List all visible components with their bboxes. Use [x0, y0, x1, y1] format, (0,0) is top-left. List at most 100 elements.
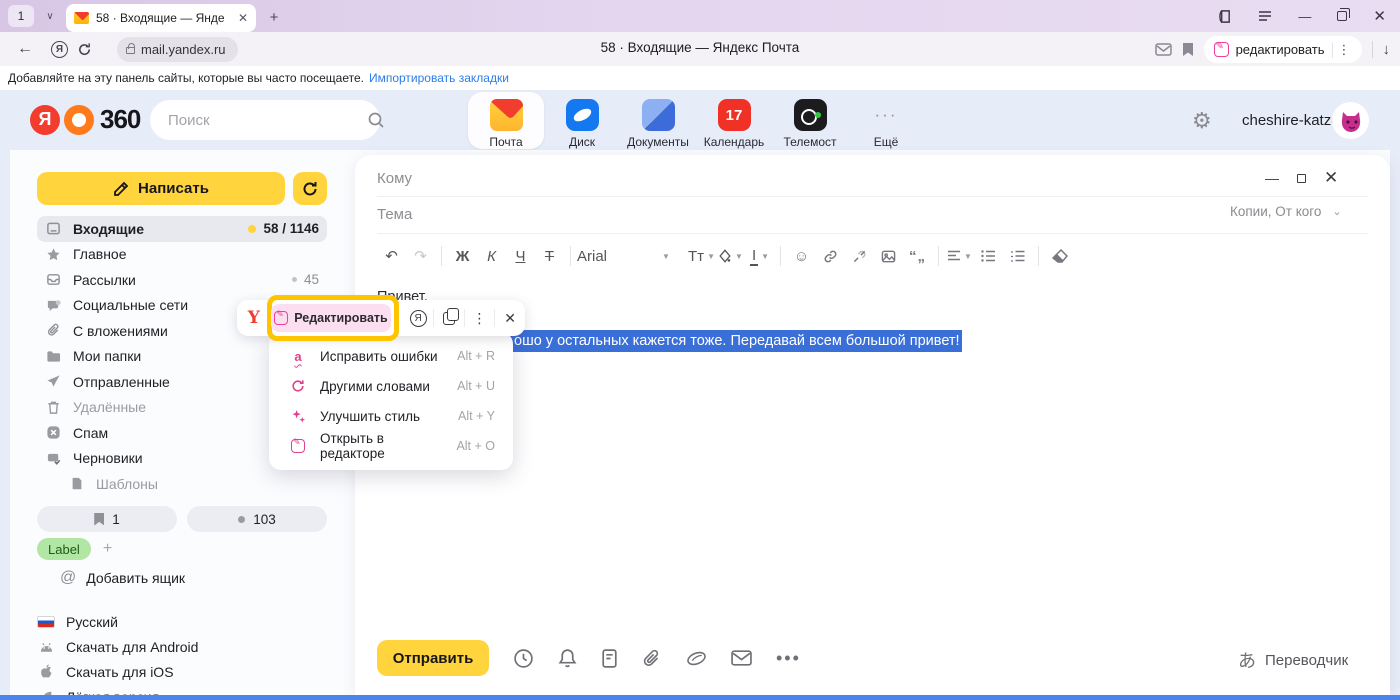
extension-more-icon[interactable]: ⋮ — [1332, 42, 1356, 58]
schedule-send-icon[interactable] — [513, 648, 534, 669]
redo-icon[interactable]: ↷ — [406, 243, 435, 269]
trash-icon — [45, 400, 62, 415]
mail-notifier-icon[interactable] — [1155, 43, 1172, 56]
telemost-app-icon — [794, 99, 827, 131]
bold-button[interactable]: Ж — [448, 243, 477, 269]
compose-label: Написать — [138, 180, 209, 197]
address-bar[interactable]: mail.yandex.ru — [117, 37, 238, 62]
translator-icon: あ — [1238, 647, 1256, 673]
rephrase-icon — [289, 379, 307, 393]
emoji-icon[interactable]: ☺ — [787, 243, 816, 269]
align-select[interactable]: ▼ — [945, 243, 974, 269]
close-icon[interactable]: ✕ — [1373, 7, 1386, 25]
undo-icon[interactable]: ↶ — [377, 243, 406, 269]
add-label-icon[interactable]: + — [103, 540, 112, 558]
unlink-icon[interactable] — [845, 243, 874, 269]
improve-style-icon — [289, 409, 307, 424]
text-color-select[interactable]: I▼ — [745, 243, 774, 269]
refresh-button[interactable] — [293, 172, 327, 205]
assistant-edit-button[interactable]: Редактировать — [271, 304, 392, 332]
toolbar-more-icon[interactable]: ⋮ — [465, 310, 495, 327]
copy-icon[interactable] — [434, 312, 464, 325]
compose-button[interactable]: Написать — [37, 172, 285, 205]
link-icon[interactable] — [816, 243, 845, 269]
folder-main[interactable]: Главное — [37, 242, 327, 268]
attach-icon[interactable] — [642, 648, 662, 669]
language-link[interactable]: Русский — [37, 609, 198, 634]
downloads-icon[interactable]: ↓ — [1372, 41, 1391, 58]
import-bookmarks-link[interactable]: Импортировать закладки — [369, 71, 509, 85]
subject-input[interactable] — [377, 206, 1237, 223]
app-more[interactable]: ··· Ещё — [848, 92, 924, 149]
browser-menu-icon[interactable] — [1258, 10, 1272, 22]
back-icon[interactable]: ← — [8, 40, 42, 58]
side-panel-icon[interactable] — [1217, 9, 1232, 24]
username[interactable]: cheshire-katze — [1242, 112, 1340, 129]
folder-newsletters[interactable]: Рассылки 45 — [37, 267, 327, 293]
reload-icon[interactable] — [77, 42, 111, 57]
quote-icon[interactable]: “„ — [903, 243, 932, 269]
folder-inbox[interactable]: Входящие 58 / 1146 — [37, 216, 327, 242]
to-input[interactable] — [377, 170, 1237, 187]
yandex-browser-icon[interactable]: Я — [51, 41, 68, 58]
insert-image-icon[interactable] — [874, 243, 903, 269]
yandex360-logo[interactable]: Я 360 — [30, 104, 140, 135]
menu-item-rephrase[interactable]: Другими словами Alt + U — [269, 371, 513, 401]
eraser-icon[interactable] — [1045, 243, 1074, 269]
tab-list-chevron-icon[interactable]: ∨ — [40, 5, 60, 27]
restore-icon[interactable] — [1337, 11, 1347, 21]
menu-item-improve-style[interactable]: Улучшить стиль Alt + Y — [269, 401, 513, 431]
menu-item-fix-errors[interactable]: a Исправить ошибки Alt + R — [269, 341, 513, 371]
new-tab-button[interactable]: + — [264, 7, 284, 27]
app-docs[interactable]: Документы — [620, 92, 696, 149]
avatar[interactable] — [1332, 102, 1369, 139]
compose-actions: Отправить ••• — [377, 640, 801, 676]
underline-button[interactable]: Ч — [506, 243, 535, 269]
cc-from-toggle[interactable]: Копии, От кого ⌄ — [1230, 204, 1342, 219]
download-ios-link[interactable]: Скачать для iOS — [37, 659, 198, 684]
label-tag[interactable]: Label — [37, 538, 91, 560]
note-icon[interactable] — [601, 648, 618, 669]
bookmark-flag-icon[interactable] — [1182, 42, 1194, 57]
fill-color-select[interactable]: ▼ — [716, 243, 745, 269]
bullet-list-icon[interactable] — [974, 243, 1003, 269]
postcard-icon[interactable] — [731, 650, 752, 666]
compose-close-icon[interactable]: ✕ — [1324, 168, 1338, 188]
menu-item-open-editor[interactable]: Открыть в редакторе Alt + O — [269, 431, 513, 461]
settings-gear-icon[interactable]: ⚙ — [1192, 108, 1212, 134]
app-calendar[interactable]: 17 Календарь — [696, 92, 772, 149]
unread-pill[interactable]: 103 — [187, 506, 327, 532]
more-actions-icon[interactable]: ••• — [776, 648, 801, 669]
numbered-list-icon[interactable] — [1003, 243, 1032, 269]
translator-button[interactable]: あ Переводчик — [1238, 647, 1348, 673]
minimize-icon[interactable]: — — [1298, 9, 1311, 24]
add-mailbox[interactable]: @ Добавить ящик — [60, 569, 185, 587]
strikethrough-button[interactable]: Т — [535, 243, 564, 269]
compose-maximize-icon[interactable] — [1297, 174, 1306, 183]
font-family-select[interactable]: Arial ▼ — [577, 243, 687, 269]
search-box[interactable] — [150, 100, 380, 140]
yandex-search-icon[interactable]: Я — [403, 310, 433, 327]
browser-tab[interactable]: 58 · Входящие — Янде ✕ — [66, 4, 256, 32]
font-size-select[interactable]: Тт▼ — [687, 243, 716, 269]
tab-counter[interactable]: 1 — [8, 5, 34, 27]
app-mail[interactable]: Почта — [468, 92, 544, 149]
to-field[interactable] — [377, 160, 1237, 196]
compose-minimize-icon[interactable]: — — [1265, 170, 1279, 186]
disk-attach-icon[interactable] — [686, 649, 707, 668]
search-input[interactable] — [168, 112, 367, 129]
app-telemost[interactable]: Телемост — [772, 92, 848, 149]
toolbar-close-icon[interactable]: ✕ — [495, 310, 525, 327]
app-disk[interactable]: Диск — [544, 92, 620, 149]
selected-text[interactable]: ошо у остальных кажется тоже. Передавай … — [500, 330, 962, 352]
folder-templates[interactable]: Шаблоны — [37, 471, 327, 497]
italic-button[interactable]: К — [477, 243, 506, 269]
divider — [377, 233, 1368, 234]
download-android-link[interactable]: Скачать для Android — [37, 634, 198, 659]
send-button[interactable]: Отправить — [377, 640, 489, 676]
notify-icon[interactable] — [558, 648, 577, 669]
neuro-edit-extension-button[interactable]: редактировать ⋮ — [1204, 36, 1362, 63]
tab-close-icon[interactable]: ✕ — [238, 11, 248, 25]
bookmarks-pill[interactable]: 1 — [37, 506, 177, 532]
subject-field[interactable] — [377, 196, 1237, 232]
